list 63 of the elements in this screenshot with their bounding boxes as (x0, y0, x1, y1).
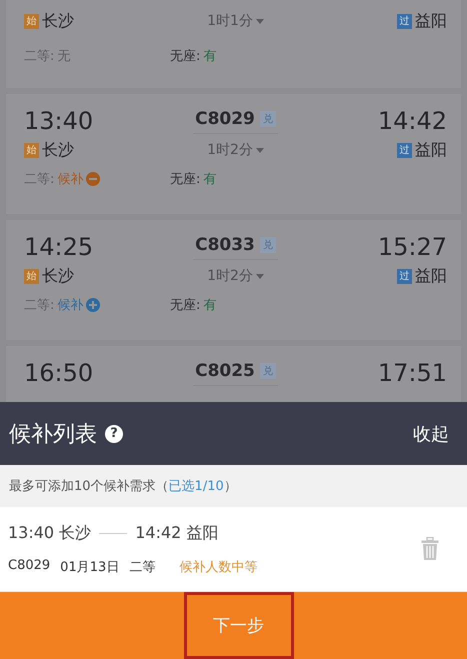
seat-class: 二等: (24, 171, 54, 188)
train-number: C8029 (195, 108, 255, 128)
departure-info: 13:40 长沙 (8, 522, 92, 544)
departure-time: 13:40 (24, 107, 94, 135)
seat-class: 二等 (129, 558, 156, 576)
seat-class: 无座: (170, 297, 200, 314)
station-badge: 过 (396, 142, 412, 158)
caret-icon (256, 18, 264, 24)
train-card[interactable]: 16:50 C8025 兑 17:51 (6, 346, 461, 402)
seat-status: 有 (203, 48, 216, 65)
train-badge: 兑 (260, 110, 276, 126)
seat-class: 二等: (24, 297, 54, 314)
station-badge: 始 (24, 268, 39, 284)
station-name: 益阳 (414, 266, 447, 286)
panel-title: 候补列表 (9, 420, 97, 448)
departure-time: 14:25 (24, 233, 94, 261)
train-number: C8029 (8, 558, 50, 574)
collapse-link[interactable]: 收起 (413, 422, 449, 446)
duration-toggle[interactable]: 1时1分 (207, 12, 264, 30)
train-number: C8025 (195, 360, 255, 380)
station-name: 长沙 (42, 266, 74, 286)
travel-date: 01月13日 (60, 558, 120, 576)
arrival-time: 17:51 (376, 359, 447, 387)
train-card[interactable]: 始 长沙 1时1分 过 益阳 二等: 无 无座: 有 (6, 0, 461, 88)
duration-toggle[interactable]: 1时2分 (207, 141, 264, 159)
trash-icon[interactable] (421, 537, 439, 561)
route-line (99, 532, 128, 534)
seat-status: 有 (203, 297, 216, 314)
arrival-time: 15:27 (376, 233, 447, 261)
train-card[interactable]: 14:25 C8033 兑 15:27 始 长沙 1时2分 过 益阳 二等: 候补 无座: 有 (6, 220, 461, 340)
station-badge: 始 (24, 14, 39, 29)
remove-icon[interactable] (86, 172, 100, 186)
duration-toggle[interactable]: 1时2分 (207, 267, 264, 285)
seat-status: 无 (57, 48, 70, 65)
selected-count: 已选1/10 (168, 478, 224, 495)
caret-icon (256, 148, 264, 152)
seat-status: 有 (203, 171, 216, 188)
seat-class: 二等: (24, 48, 54, 65)
train-badge: 兑 (260, 362, 276, 378)
station-name: 益阳 (414, 10, 447, 32)
seat-class: 无座: (170, 171, 200, 188)
caret-icon (256, 274, 264, 278)
notice-text: 最多可添加10个候补需求（ (9, 478, 169, 495)
notice-bracket: ） (224, 478, 237, 495)
seat-status: 候补 (57, 171, 84, 188)
station-badge: 过 (396, 268, 412, 284)
arrival-info: 14:42 益阳 (135, 522, 218, 544)
station-name: 益阳 (414, 140, 447, 160)
help-icon[interactable]: ? (105, 424, 123, 442)
departure-time: 16:50 (24, 359, 94, 387)
train-number: C8033 (195, 234, 255, 254)
add-icon[interactable] (86, 298, 100, 312)
demand-level: 候补人数中等 (179, 558, 258, 576)
train-card[interactable]: 13:40 C8029 兑 14:42 始 长沙 1时2分 过 益阳 二等: 候补 无座: 有 (6, 94, 461, 214)
seat-class: 无座: (170, 48, 200, 65)
next-button[interactable]: 下一步 (184, 592, 294, 659)
seat-status: 候补 (57, 297, 84, 314)
station-name: 长沙 (42, 140, 74, 160)
station-badge: 始 (24, 142, 39, 158)
train-badge: 兑 (260, 236, 276, 252)
station-name: 长沙 (42, 10, 74, 32)
station-badge: 过 (396, 14, 412, 29)
arrival-time: 14:42 (376, 107, 447, 135)
